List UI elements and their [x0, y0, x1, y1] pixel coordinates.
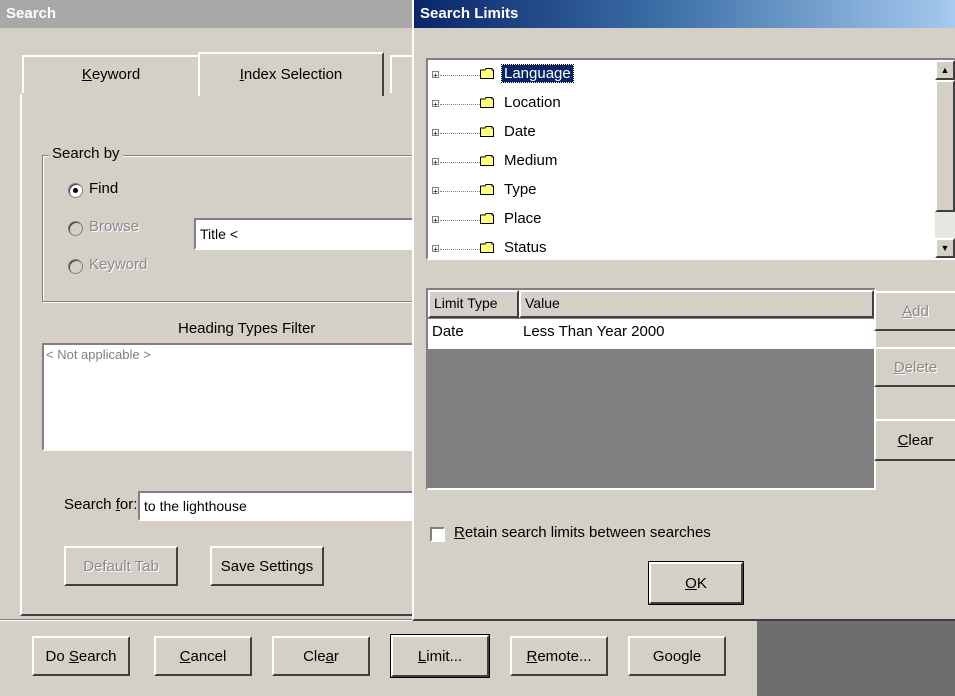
tree-expand-icon[interactable]: + — [432, 71, 439, 80]
bottom-right-panel — [757, 621, 955, 696]
checkbox-box — [430, 527, 445, 542]
tree-expand-icon[interactable]: + — [432, 129, 439, 138]
tree-item-label: Location — [504, 94, 561, 111]
retain-limits-checkbox[interactable]: Retain search limits between searches — [430, 524, 770, 546]
add-button[interactable]: Add — [874, 291, 955, 331]
radio-find[interactable]: Find — [68, 180, 178, 202]
tree-item-date[interactable]: + Date — [428, 120, 935, 148]
radio-keyword-circle — [68, 259, 83, 274]
folder-icon — [480, 213, 494, 224]
column-header-limit-type[interactable]: Limit Type — [428, 290, 519, 318]
search-limits-title: Search Limits — [420, 5, 519, 22]
scroll-down-arrow-icon[interactable]: ▼ — [935, 238, 955, 258]
tree-item-location[interactable]: + Location — [428, 91, 935, 119]
cancel-button[interactable]: Cancel — [154, 636, 252, 676]
ok-button[interactable]: OK — [648, 561, 744, 605]
tree-scrollbar[interactable]: ▲ ▼ — [935, 60, 955, 258]
radio-browse-label: Browse — [89, 218, 140, 235]
limits-tree-items: + Language + Location + Date + Medium + — [428, 60, 935, 258]
tree-item-label: Date — [504, 123, 536, 140]
tab-keyword-mnemonic: K — [81, 66, 92, 83]
scroll-thumb[interactable] — [935, 80, 955, 212]
search-limits-titlebar: Search Limits — [414, 0, 955, 28]
browse-index-field[interactable]: Title < — [194, 218, 416, 250]
heading-types-placeholder: < Not applicable > — [46, 347, 151, 362]
delete-button[interactable]: Delete — [874, 347, 955, 387]
radio-keyword-label: Keyword — [89, 256, 148, 273]
search-window-titlebar: Search — [0, 0, 412, 28]
search-for-input[interactable]: to the lighthouse — [138, 491, 416, 521]
limits-table-header: Limit Type Value — [428, 290, 874, 318]
heading-types-filter-label: Heading Types Filter — [178, 320, 316, 337]
search-limits-dialog: Search Limits + Language + Location + Da… — [412, 0, 955, 621]
retain-limits-label: Retain search limits between searches — [454, 524, 711, 541]
tree-item-label: Medium — [504, 152, 558, 169]
folder-icon — [480, 242, 494, 253]
limit-button[interactable]: Limit... — [390, 634, 490, 678]
tab-index-selection[interactable]: Index Selection — [198, 52, 384, 96]
folder-icon — [480, 68, 494, 79]
tree-item-language[interactable]: + Language — [428, 62, 935, 90]
tree-item-status[interactable]: + Status — [428, 236, 935, 258]
tree-item-label: Language — [501, 64, 574, 83]
limits-clear-button[interactable]: Clear — [874, 419, 955, 461]
tab-keyword-label: eyword — [91, 66, 141, 83]
search-for-label: Search for: — [64, 496, 138, 513]
tree-expand-icon[interactable]: + — [432, 187, 439, 196]
search-window-title: Search — [6, 5, 57, 22]
tree-expand-icon[interactable]: + — [432, 216, 439, 225]
limits-table[interactable]: Limit Type Value Date Less Than Year 200… — [426, 288, 876, 490]
tree-item-place[interactable]: + Place — [428, 207, 935, 235]
do-search-button[interactable]: Do Search — [32, 636, 130, 676]
radio-find-label: Find — [89, 180, 119, 197]
tree-expand-icon[interactable]: + — [432, 158, 439, 167]
tree-item-label: Place — [504, 210, 542, 227]
folder-icon — [480, 155, 494, 166]
tree-expand-icon[interactable]: + — [432, 100, 439, 109]
remote-button[interactable]: Remote... — [510, 636, 608, 676]
cell-limit-type: Date — [432, 323, 464, 340]
scroll-up-arrow-icon[interactable]: ▲ — [935, 60, 955, 80]
column-header-value[interactable]: Value — [519, 290, 874, 318]
heading-types-filter-list[interactable]: < Not applicable > — [42, 343, 416, 451]
tree-item-type[interactable]: + Type — [428, 178, 935, 206]
tab-keyword[interactable]: Keyword — [22, 55, 200, 93]
tree-item-medium[interactable]: + Medium — [428, 149, 935, 177]
radio-find-circle — [68, 183, 83, 198]
tree-item-label: Status — [504, 239, 547, 256]
google-button[interactable]: Google — [628, 636, 726, 676]
tree-expand-icon[interactable]: + — [432, 245, 439, 254]
default-tab-button[interactable]: Default Tab — [64, 546, 178, 586]
table-row[interactable]: Date Less Than Year 2000 — [428, 319, 874, 349]
clear-button[interactable]: Clear — [272, 636, 370, 676]
tree-item-label: Type — [504, 181, 537, 198]
folder-icon — [480, 97, 494, 108]
limits-tree[interactable]: + Language + Location + Date + Medium + — [426, 58, 955, 260]
radio-browse-circle — [68, 221, 83, 236]
folder-icon — [480, 184, 494, 195]
cell-value: Less Than Year 2000 — [523, 323, 665, 340]
search-by-legend: Search by — [49, 145, 123, 162]
radio-keyword[interactable]: Keyword — [68, 256, 178, 278]
save-settings-button[interactable]: Save Settings — [210, 546, 324, 586]
folder-icon — [480, 126, 494, 137]
tab-index-selection-label: ndex Selection — [243, 66, 343, 83]
radio-browse[interactable]: Browse — [68, 218, 178, 240]
